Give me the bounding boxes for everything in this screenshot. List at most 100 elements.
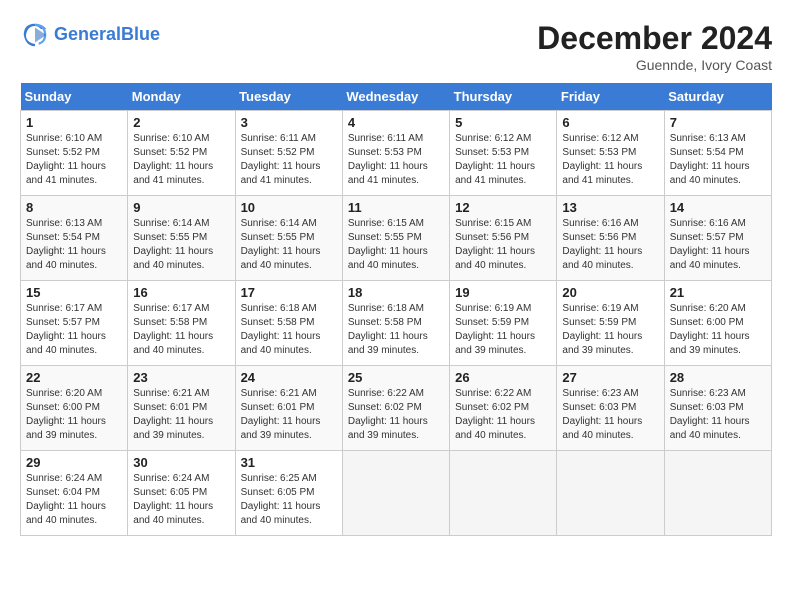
calendar-cell: 13 Sunrise: 6:16 AMSunset: 5:56 PMDaylig… [557, 196, 664, 281]
day-number: 15 [26, 285, 122, 300]
calendar-header-thursday: Thursday [450, 83, 557, 111]
day-info: Sunrise: 6:23 AMSunset: 6:03 PMDaylight:… [670, 387, 766, 443]
calendar-cell: 15 Sunrise: 6:17 AMSunset: 5:57 PMDaylig… [21, 281, 128, 366]
calendar-week-row: 1 Sunrise: 6:10 AMSunset: 5:52 PMDayligh… [21, 111, 772, 196]
day-number: 31 [241, 455, 337, 470]
calendar-cell: 30 Sunrise: 6:24 AMSunset: 6:05 PMDaylig… [128, 451, 235, 536]
day-number: 10 [241, 200, 337, 215]
day-info: Sunrise: 6:15 AMSunset: 5:56 PMDaylight:… [455, 217, 551, 273]
calendar-cell [450, 451, 557, 536]
day-info: Sunrise: 6:21 AMSunset: 6:01 PMDaylight:… [241, 387, 337, 443]
calendar-cell: 14 Sunrise: 6:16 AMSunset: 5:57 PMDaylig… [664, 196, 771, 281]
day-number: 12 [455, 200, 551, 215]
calendar-cell: 25 Sunrise: 6:22 AMSunset: 6:02 PMDaylig… [342, 366, 449, 451]
day-info: Sunrise: 6:24 AMSunset: 6:04 PMDaylight:… [26, 472, 122, 528]
calendar-table: SundayMondayTuesdayWednesdayThursdayFrid… [20, 83, 772, 536]
calendar-header-tuesday: Tuesday [235, 83, 342, 111]
page-header: GeneralBlue December 2024 Guennde, Ivory… [20, 20, 772, 73]
day-number: 1 [26, 115, 122, 130]
day-info: Sunrise: 6:12 AMSunset: 5:53 PMDaylight:… [562, 132, 658, 188]
calendar-cell [557, 451, 664, 536]
calendar-cell: 20 Sunrise: 6:19 AMSunset: 5:59 PMDaylig… [557, 281, 664, 366]
day-info: Sunrise: 6:20 AMSunset: 6:00 PMDaylight:… [26, 387, 122, 443]
day-info: Sunrise: 6:20 AMSunset: 6:00 PMDaylight:… [670, 302, 766, 358]
month-title: December 2024 [537, 20, 772, 57]
day-number: 14 [670, 200, 766, 215]
day-number: 29 [26, 455, 122, 470]
day-number: 8 [26, 200, 122, 215]
day-info: Sunrise: 6:23 AMSunset: 6:03 PMDaylight:… [562, 387, 658, 443]
logo-text-block: GeneralBlue [54, 24, 160, 46]
day-number: 27 [562, 370, 658, 385]
calendar-cell: 29 Sunrise: 6:24 AMSunset: 6:04 PMDaylig… [21, 451, 128, 536]
day-info: Sunrise: 6:18 AMSunset: 5:58 PMDaylight:… [348, 302, 444, 358]
day-number: 26 [455, 370, 551, 385]
day-number: 18 [348, 285, 444, 300]
calendar-cell: 16 Sunrise: 6:17 AMSunset: 5:58 PMDaylig… [128, 281, 235, 366]
day-number: 23 [133, 370, 229, 385]
day-number: 3 [241, 115, 337, 130]
day-info: Sunrise: 6:16 AMSunset: 5:57 PMDaylight:… [670, 217, 766, 273]
day-number: 22 [26, 370, 122, 385]
day-number: 7 [670, 115, 766, 130]
calendar-cell: 6 Sunrise: 6:12 AMSunset: 5:53 PMDayligh… [557, 111, 664, 196]
day-number: 25 [348, 370, 444, 385]
day-info: Sunrise: 6:13 AMSunset: 5:54 PMDaylight:… [26, 217, 122, 273]
logo-line1: GeneralBlue [54, 24, 160, 46]
calendar-week-row: 8 Sunrise: 6:13 AMSunset: 5:54 PMDayligh… [21, 196, 772, 281]
calendar-header-saturday: Saturday [664, 83, 771, 111]
calendar-cell: 5 Sunrise: 6:12 AMSunset: 5:53 PMDayligh… [450, 111, 557, 196]
calendar-cell [664, 451, 771, 536]
calendar-body: 1 Sunrise: 6:10 AMSunset: 5:52 PMDayligh… [21, 111, 772, 536]
day-number: 17 [241, 285, 337, 300]
calendar-week-row: 29 Sunrise: 6:24 AMSunset: 6:04 PMDaylig… [21, 451, 772, 536]
calendar-header-row: SundayMondayTuesdayWednesdayThursdayFrid… [21, 83, 772, 111]
day-number: 20 [562, 285, 658, 300]
day-number: 11 [348, 200, 444, 215]
day-info: Sunrise: 6:16 AMSunset: 5:56 PMDaylight:… [562, 217, 658, 273]
day-info: Sunrise: 6:22 AMSunset: 6:02 PMDaylight:… [455, 387, 551, 443]
day-number: 16 [133, 285, 229, 300]
day-info: Sunrise: 6:19 AMSunset: 5:59 PMDaylight:… [455, 302, 551, 358]
day-info: Sunrise: 6:22 AMSunset: 6:02 PMDaylight:… [348, 387, 444, 443]
day-number: 21 [670, 285, 766, 300]
day-info: Sunrise: 6:25 AMSunset: 6:05 PMDaylight:… [241, 472, 337, 528]
day-info: Sunrise: 6:18 AMSunset: 5:58 PMDaylight:… [241, 302, 337, 358]
calendar-cell: 21 Sunrise: 6:20 AMSunset: 6:00 PMDaylig… [664, 281, 771, 366]
day-info: Sunrise: 6:19 AMSunset: 5:59 PMDaylight:… [562, 302, 658, 358]
day-number: 9 [133, 200, 229, 215]
logo-icon [20, 20, 50, 50]
calendar-cell: 9 Sunrise: 6:14 AMSunset: 5:55 PMDayligh… [128, 196, 235, 281]
calendar-cell: 28 Sunrise: 6:23 AMSunset: 6:03 PMDaylig… [664, 366, 771, 451]
title-block: December 2024 Guennde, Ivory Coast [537, 20, 772, 73]
calendar-header-sunday: Sunday [21, 83, 128, 111]
day-number: 5 [455, 115, 551, 130]
calendar-cell: 3 Sunrise: 6:11 AMSunset: 5:52 PMDayligh… [235, 111, 342, 196]
calendar-cell: 10 Sunrise: 6:14 AMSunset: 5:55 PMDaylig… [235, 196, 342, 281]
calendar-week-row: 22 Sunrise: 6:20 AMSunset: 6:00 PMDaylig… [21, 366, 772, 451]
day-info: Sunrise: 6:11 AMSunset: 5:53 PMDaylight:… [348, 132, 444, 188]
calendar-week-row: 15 Sunrise: 6:17 AMSunset: 5:57 PMDaylig… [21, 281, 772, 366]
calendar-cell: 18 Sunrise: 6:18 AMSunset: 5:58 PMDaylig… [342, 281, 449, 366]
day-info: Sunrise: 6:15 AMSunset: 5:55 PMDaylight:… [348, 217, 444, 273]
calendar-cell: 26 Sunrise: 6:22 AMSunset: 6:02 PMDaylig… [450, 366, 557, 451]
day-info: Sunrise: 6:10 AMSunset: 5:52 PMDaylight:… [26, 132, 122, 188]
day-info: Sunrise: 6:14 AMSunset: 5:55 PMDaylight:… [241, 217, 337, 273]
day-number: 13 [562, 200, 658, 215]
day-number: 28 [670, 370, 766, 385]
day-info: Sunrise: 6:24 AMSunset: 6:05 PMDaylight:… [133, 472, 229, 528]
day-number: 24 [241, 370, 337, 385]
day-number: 19 [455, 285, 551, 300]
day-info: Sunrise: 6:17 AMSunset: 5:57 PMDaylight:… [26, 302, 122, 358]
day-info: Sunrise: 6:11 AMSunset: 5:52 PMDaylight:… [241, 132, 337, 188]
day-number: 6 [562, 115, 658, 130]
calendar-cell: 22 Sunrise: 6:20 AMSunset: 6:00 PMDaylig… [21, 366, 128, 451]
calendar-cell: 27 Sunrise: 6:23 AMSunset: 6:03 PMDaylig… [557, 366, 664, 451]
calendar-cell: 12 Sunrise: 6:15 AMSunset: 5:56 PMDaylig… [450, 196, 557, 281]
calendar-cell: 19 Sunrise: 6:19 AMSunset: 5:59 PMDaylig… [450, 281, 557, 366]
calendar-header-monday: Monday [128, 83, 235, 111]
location-subtitle: Guennde, Ivory Coast [537, 57, 772, 73]
day-number: 2 [133, 115, 229, 130]
calendar-cell: 23 Sunrise: 6:21 AMSunset: 6:01 PMDaylig… [128, 366, 235, 451]
calendar-cell: 17 Sunrise: 6:18 AMSunset: 5:58 PMDaylig… [235, 281, 342, 366]
